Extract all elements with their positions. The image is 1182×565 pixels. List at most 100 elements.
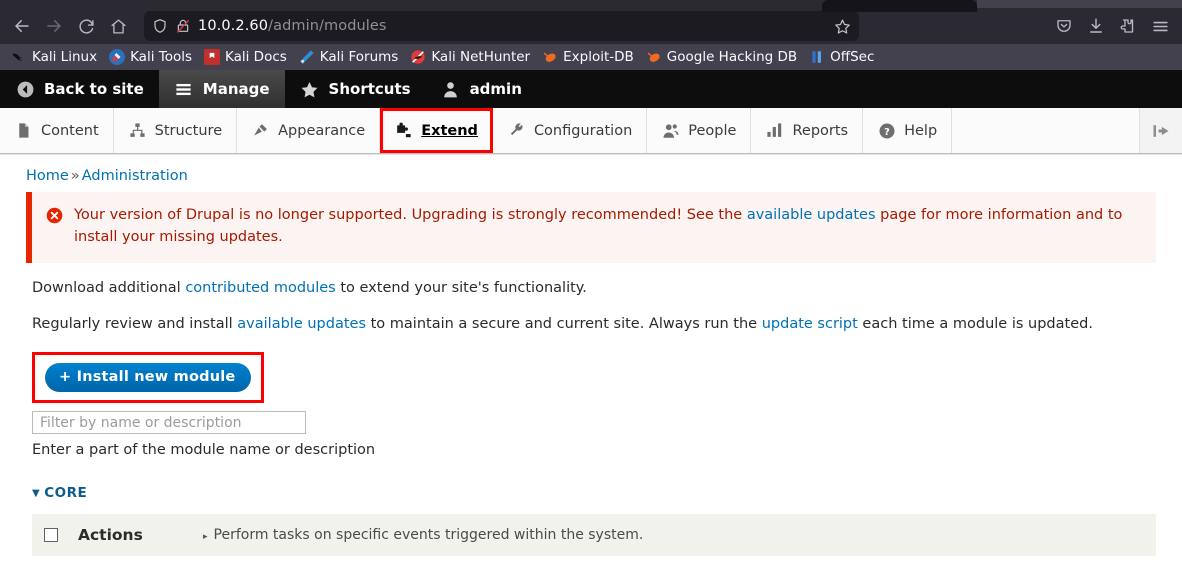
install-new-module-highlight: + Install new module: [32, 352, 265, 403]
bookmark-kali-tools[interactable]: Kali Tools: [104, 47, 197, 67]
url-text[interactable]: 10.0.2.60/admin/modules: [198, 18, 828, 34]
intro-paragraph-1: Download additional contributed modules …: [32, 278, 1156, 300]
intro-paragraph-2: Regularly review and install available u…: [32, 314, 1156, 336]
table-row[interactable]: Actions ▸ Perform tasks on specific even…: [32, 513, 1156, 556]
bookmark-label: Kali Linux: [32, 49, 98, 65]
tab-strip: [0, 0, 1182, 12]
tab-label: Extend: [421, 122, 478, 139]
tab-help[interactable]: ? Help: [863, 108, 953, 153]
kali-dragon-icon: [11, 49, 27, 65]
error-message-text: Your version of Drupal is no longer supp…: [74, 205, 1142, 249]
url-bar[interactable]: 10.0.2.60/admin/modules: [144, 11, 859, 41]
app-menu-icon[interactable]: [1144, 11, 1176, 41]
contributed-modules-link[interactable]: contributed modules: [185, 280, 335, 296]
tab-label: Reports: [792, 122, 849, 139]
tab-content[interactable]: Content: [0, 108, 114, 153]
tabs-spacer: [952, 108, 1140, 153]
tab-people[interactable]: People: [647, 108, 752, 153]
star-icon[interactable]: [834, 18, 851, 35]
drupal-admin-tabs: Content Structure Appearance Extend Conf…: [0, 108, 1182, 154]
bookmark-label: OffSec: [830, 49, 875, 65]
browser-nav-bar: 10.0.2.60/admin/modules: [0, 8, 1182, 44]
kali-docs-icon: [204, 49, 220, 65]
toolbar-shortcuts[interactable]: Shortcuts: [285, 70, 426, 108]
module-description: ▸ Perform tasks on specific events trigg…: [203, 527, 643, 543]
breadcrumb-home[interactable]: Home: [26, 168, 69, 184]
star-icon: [300, 79, 320, 99]
module-name: Actions: [78, 526, 143, 544]
chevron-down-icon: ▼: [32, 487, 41, 499]
bookmark-kali-nethunter[interactable]: Kali NetHunter: [405, 47, 535, 67]
tab-label: Help: [904, 122, 938, 139]
bookmark-kali-docs[interactable]: Kali Docs: [199, 47, 292, 67]
tab-label: People: [688, 122, 737, 139]
forward-arrow-icon[interactable]: [38, 11, 70, 41]
available-updates-link-2[interactable]: available updates: [237, 316, 366, 332]
bookmarks-bar: Kali Linux Kali Tools Kali Docs Kali For…: [0, 44, 1182, 70]
bookmark-kali-linux[interactable]: Kali Linux: [6, 47, 102, 67]
reload-icon[interactable]: [70, 11, 102, 41]
tab-structure[interactable]: Structure: [114, 108, 238, 153]
sitemap-icon: [128, 121, 147, 140]
kali-forums-icon: [299, 49, 315, 65]
error-text-1: Your version of Drupal is no longer supp…: [74, 207, 747, 223]
tab-label: Appearance: [278, 122, 366, 139]
people-icon: [661, 121, 680, 140]
module-filter-input[interactable]: [32, 411, 306, 434]
update-script-link[interactable]: update script: [762, 316, 858, 332]
browser-toolbar-right: [1048, 11, 1176, 41]
tab-appearance[interactable]: Appearance: [237, 108, 381, 153]
tab-configuration[interactable]: Configuration: [493, 108, 648, 153]
extensions-icon[interactable]: [1112, 11, 1144, 41]
home-icon[interactable]: [102, 11, 134, 41]
bookmark-label: Google Hacking DB: [666, 49, 798, 65]
google-hacking-db-icon: [646, 49, 662, 65]
bookmark-google-hacking-db[interactable]: Google Hacking DB: [641, 47, 802, 67]
page-icon: [14, 121, 33, 140]
user-icon: [441, 79, 461, 99]
url-host: 10.0.2.60: [198, 18, 269, 34]
shield-icon[interactable]: [152, 18, 168, 34]
kali-nethunter-icon: [410, 49, 426, 65]
collapse-left-icon[interactable]: [1140, 108, 1182, 153]
bookmark-label: Kali Docs: [225, 49, 287, 65]
available-updates-link[interactable]: available updates: [747, 207, 876, 223]
core-section-label: CORE: [44, 485, 88, 501]
tab-extend[interactable]: Extend: [380, 108, 493, 153]
bar-chart-icon: [765, 121, 784, 140]
bookmark-exploit-db[interactable]: Exploit-DB: [537, 47, 639, 67]
toolbar-label: Back to site: [44, 80, 144, 98]
module-description-text: Perform tasks on specific events trigger…: [213, 527, 644, 543]
lock-crossed-icon[interactable]: [175, 18, 191, 34]
paintbrush-icon: [251, 121, 270, 140]
tab-reports[interactable]: Reports: [751, 108, 864, 153]
intro-p2-pre: Regularly review and install: [32, 316, 238, 333]
breadcrumb-administration[interactable]: Administration: [82, 168, 188, 184]
bookmark-label: Kali NetHunter: [431, 49, 531, 65]
tab-label: Configuration: [533, 122, 633, 139]
exploit-db-icon: [542, 49, 558, 65]
bookmark-label: Kali Forums: [319, 49, 399, 65]
tab-strip-filler: [977, 0, 1182, 8]
intro-p2-post: each time a module is updated.: [857, 316, 1093, 333]
bookmark-offsec[interactable]: OffSec: [804, 47, 879, 67]
pocket-icon[interactable]: [1048, 11, 1080, 41]
toolbar-user-admin[interactable]: admin: [426, 70, 537, 108]
toolbar-manage[interactable]: Manage: [158, 70, 285, 108]
module-filter-help: Enter a part of the module name or descr…: [32, 442, 376, 458]
browser-tab[interactable]: [822, 0, 977, 12]
back-arrow-icon[interactable]: [6, 11, 38, 41]
core-section-header[interactable]: ▼ CORE: [32, 485, 1156, 501]
question-circle-icon: ?: [877, 121, 896, 140]
toolbar-back-to-site[interactable]: Back to site: [0, 70, 159, 108]
drupal-admin-toolbar: Back to site Manage Shortcuts admin: [0, 70, 1182, 108]
bookmark-kali-forums[interactable]: Kali Forums: [294, 47, 404, 67]
tab-label: Structure: [154, 122, 223, 139]
breadcrumb: Home» Administration: [26, 154, 1156, 192]
hamburger-icon: [174, 79, 194, 99]
module-enable-checkbox[interactable]: [44, 528, 58, 542]
kali-tools-icon: [109, 49, 126, 65]
puzzle-icon: [394, 121, 413, 140]
downloads-icon[interactable]: [1080, 11, 1112, 41]
install-new-module-button[interactable]: + Install new module: [45, 363, 252, 392]
